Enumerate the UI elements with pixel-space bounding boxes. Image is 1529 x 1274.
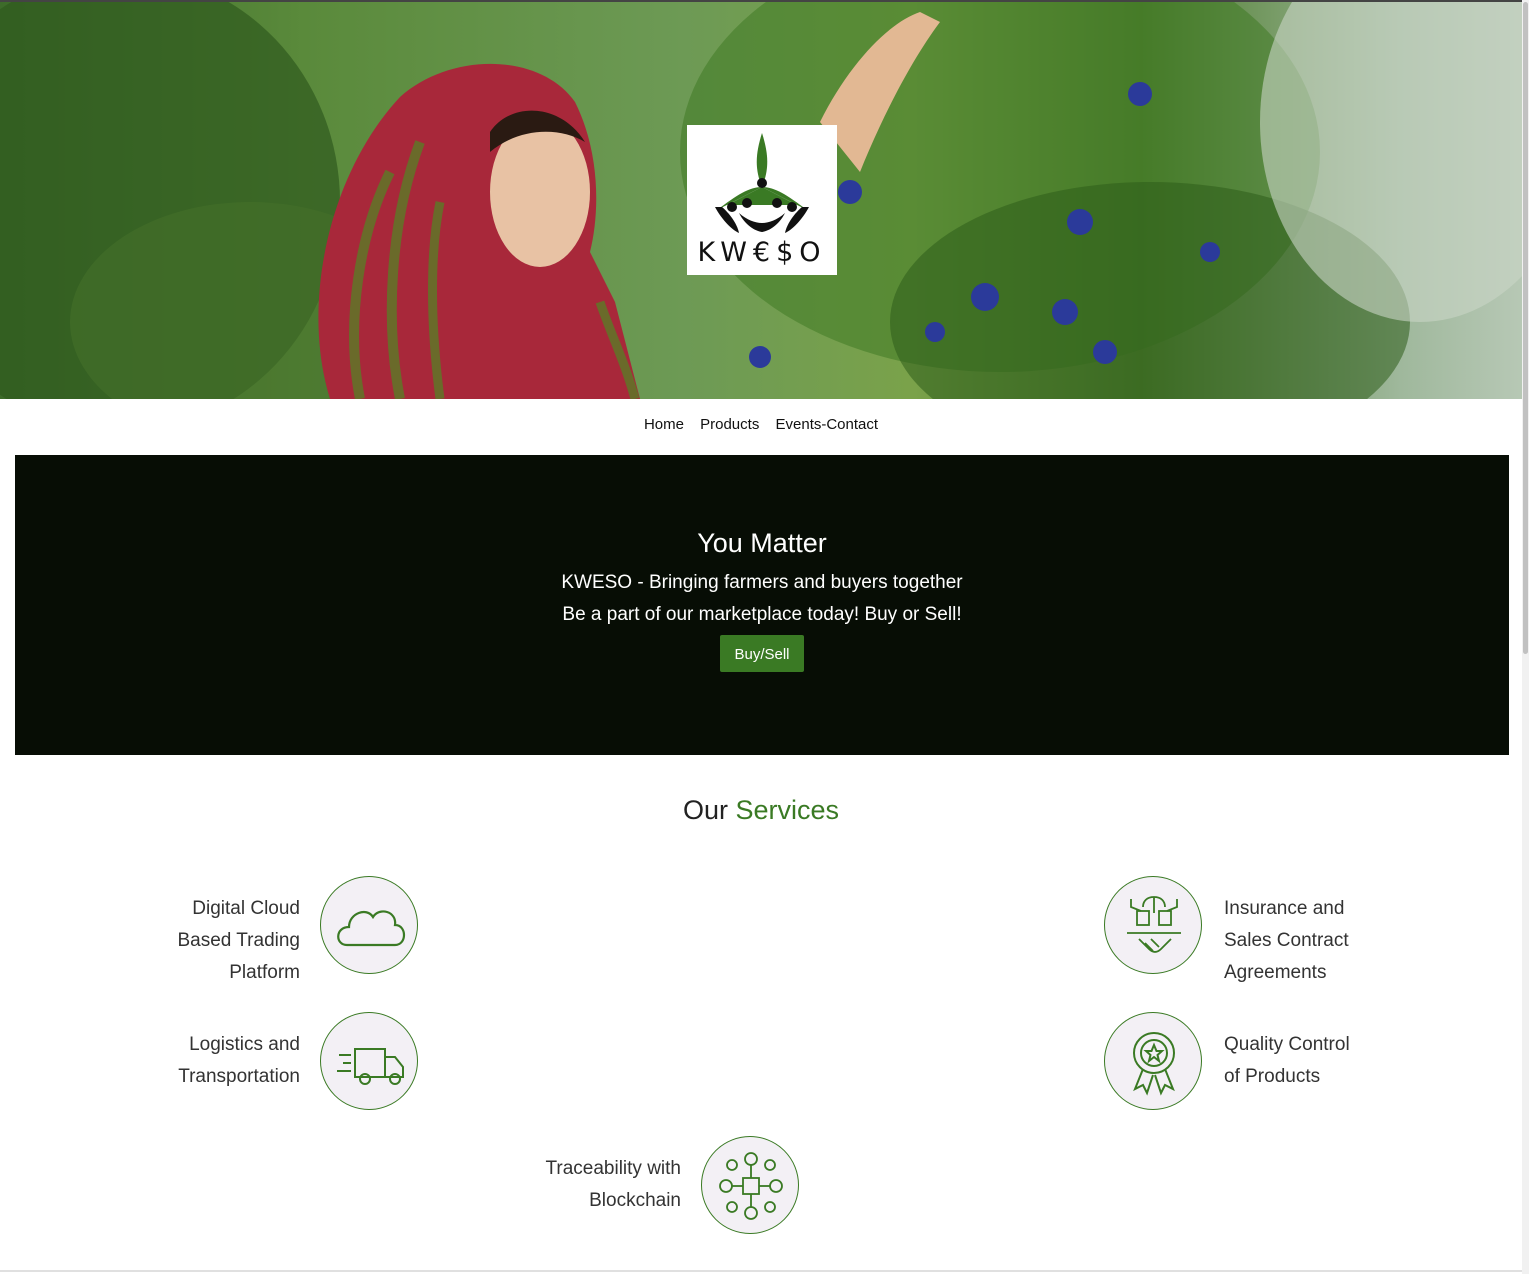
main-nav: Home Products Events-Contact (0, 416, 1522, 433)
banner-subtagline: Be a part of our marketplace today! Buy … (562, 604, 962, 625)
service-quality-circle (1104, 1012, 1202, 1110)
blockchain-icon (719, 1152, 783, 1220)
service-logistics-line-2: Transportation (178, 1066, 300, 1087)
banner-tagline: KWESO - Bringing farmers and buyers toge… (561, 572, 963, 593)
service-blockchain-line-1: Traceability with (545, 1158, 681, 1179)
service-quality-line-2: of Products (1224, 1066, 1321, 1087)
service-quality-line-1: Quality Control (1224, 1034, 1350, 1055)
service-quality-label: Quality Control of Products (1224, 1029, 1424, 1093)
page-scrollbar[interactable] (1522, 0, 1529, 1274)
hero-image: KW€$O (0, 2, 1522, 399)
service-insurance-line-1: Insurance and (1224, 898, 1345, 919)
kweso-logo[interactable]: KW€$O (687, 125, 837, 275)
nav-home[interactable]: Home (644, 416, 684, 433)
service-insurance-label: Insurance and Sales Contract Agreements (1224, 893, 1424, 989)
service-blockchain-label: Traceability with Blockchain (480, 1153, 681, 1217)
buy-sell-button[interactable]: Buy/Sell (720, 635, 804, 672)
cloud-icon (337, 910, 406, 947)
truck-icon (337, 1048, 404, 1085)
services-heading: Our Services (0, 795, 1522, 826)
service-insurance-line-3: Agreements (1224, 962, 1327, 983)
footer-divider (0, 1270, 1522, 1272)
service-logistics-label: Logistics and Transportation (100, 1029, 300, 1093)
service-cloud-line-3: Platform (229, 962, 300, 983)
handshake-icon (1127, 896, 1181, 953)
service-blockchain-circle (701, 1136, 799, 1234)
service-cloud-line-1: Digital Cloud (192, 898, 300, 919)
services-heading-accent: Services (735, 795, 840, 825)
service-logistics-line-1: Logistics and (189, 1034, 300, 1055)
scrollbar-thumb[interactable] (1523, 2, 1528, 654)
service-blockchain-line-2: Blockchain (589, 1190, 681, 1211)
service-cloud-label: Digital Cloud Based Trading Platform (100, 893, 300, 989)
nav-events-contact[interactable]: Events-Contact (776, 416, 879, 433)
service-insurance-line-2: Sales Contract (1224, 930, 1349, 951)
logo-wordmark: KW€$O (697, 237, 827, 268)
service-logistics-circle (320, 1012, 418, 1110)
service-cloud-circle (320, 876, 418, 974)
service-cloud-line-2: Based Trading (177, 930, 300, 951)
award-ribbon-icon (1133, 1032, 1175, 1096)
service-insurance-circle (1104, 876, 1202, 974)
nav-products[interactable]: Products (700, 416, 759, 433)
banner-title: You Matter (697, 528, 827, 558)
services-heading-prefix: Our (682, 795, 728, 825)
hero-banner: You Matter KWESO - Bringing farmers and … (15, 455, 1509, 755)
